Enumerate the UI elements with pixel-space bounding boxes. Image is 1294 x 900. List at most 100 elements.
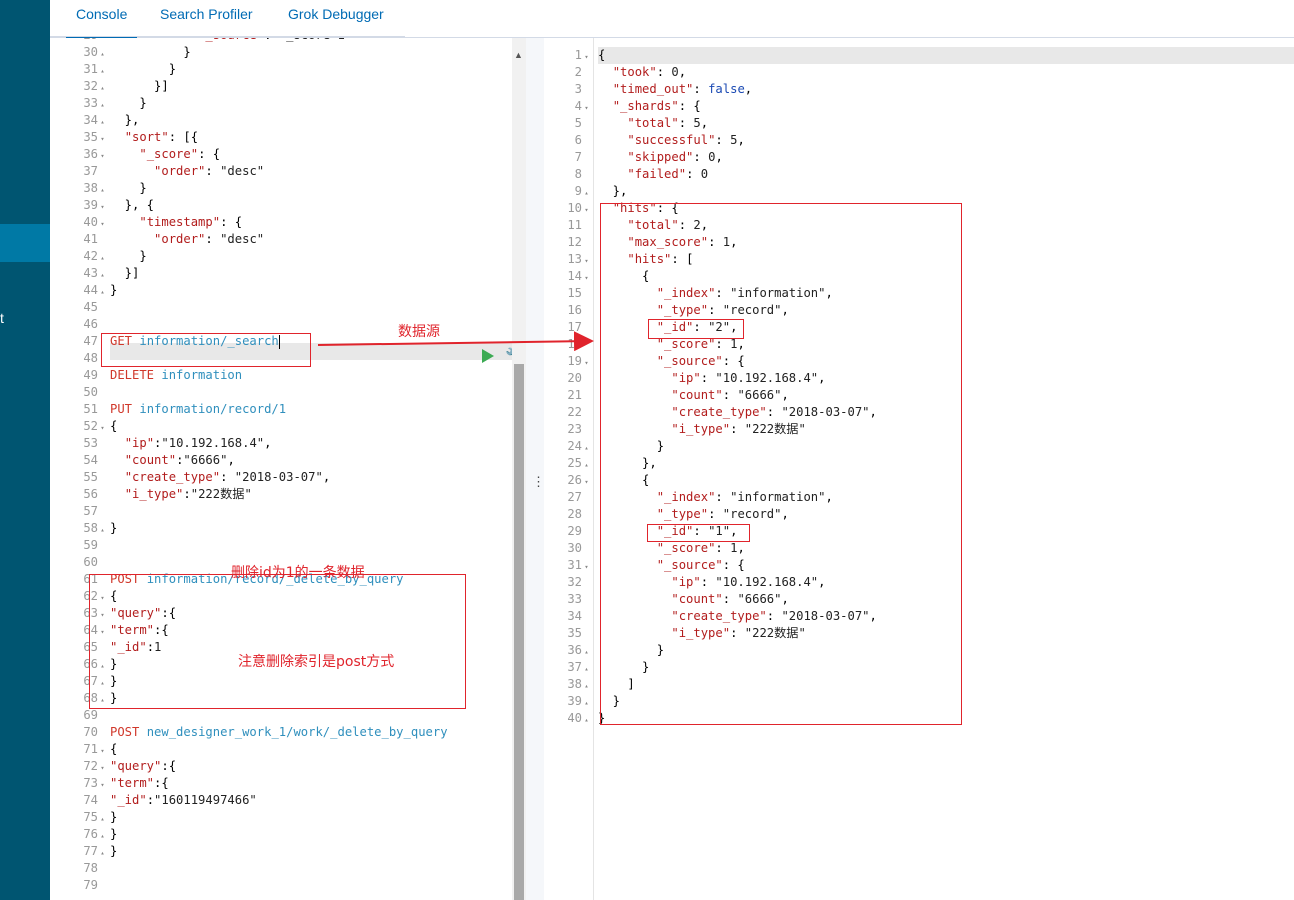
editor-line-number[interactable]: 71 ▾: [60, 741, 110, 758]
editor-line-number[interactable]: 34 ▴: [60, 112, 110, 129]
editor-line-number: 79: [60, 877, 110, 894]
editor-line-number[interactable]: 33 ▴: [60, 95, 110, 112]
editor-line-number[interactable]: 76 ▴: [60, 826, 110, 843]
output-code-line: "total": 5,: [627, 116, 709, 130]
line-number-text: 39: [83, 198, 98, 212]
output-line-number[interactable]: 31 ▾: [544, 557, 594, 574]
line-number-text: 54: [83, 453, 98, 467]
editor-line-number[interactable]: 42 ▴: [60, 248, 110, 265]
sidebar-active-item[interactable]: [0, 224, 50, 262]
editor-line-number[interactable]: 35 ▾: [60, 129, 110, 146]
line-number-text: 5: [574, 116, 582, 130]
sidebar-label[interactable]: t: [0, 310, 4, 326]
editor-line-number[interactable]: 39 ▾: [60, 197, 110, 214]
output-line-number[interactable]: 36 ▴: [544, 642, 594, 659]
output-line-number[interactable]: 25 ▴: [544, 455, 594, 472]
line-number-text: 31: [567, 558, 582, 572]
editor-code-line: "count":"6666",: [124, 453, 235, 467]
editor-line-number[interactable]: 44 ▴: [60, 282, 110, 299]
tab-grok-debugger[interactable]: Grok Debugger: [278, 0, 394, 38]
editor-line-number[interactable]: 73 ▾: [60, 775, 110, 792]
scrollbar-thumb[interactable]: [514, 364, 524, 900]
line-number-text: 29: [83, 38, 98, 42]
output-line-number[interactable]: 40 ▴: [544, 710, 594, 727]
line-number-text: 30: [83, 45, 98, 59]
line-number-text: 18: [567, 337, 582, 351]
output-line-number: 5: [544, 115, 594, 132]
output-line-number[interactable]: 37 ▴: [544, 659, 594, 676]
line-number-text: 34: [567, 609, 582, 623]
editor-line-number: 59: [60, 537, 110, 554]
output-line-number[interactable]: 10 ▾: [544, 200, 594, 217]
output-line-number[interactable]: 1 ▾: [544, 47, 594, 64]
editor-code-line: "create_type": "2018-03-07",: [124, 470, 331, 484]
line-number-text: 76: [83, 827, 98, 841]
line-number-text: 37: [567, 660, 582, 674]
output-line-number[interactable]: 19 ▾: [544, 353, 594, 370]
output-line-number: 17: [544, 319, 594, 336]
output-code-line: "failed": 0: [627, 167, 709, 181]
output-line-number[interactable]: 39 ▴: [544, 693, 594, 710]
editor-line-number[interactable]: 31 ▴: [60, 61, 110, 78]
editor-line-number[interactable]: 75 ▴: [60, 809, 110, 826]
editor-code-line: }, {: [110, 198, 155, 212]
line-number-text: 7: [574, 150, 582, 164]
line-number-text: 26: [567, 473, 582, 487]
editor-line-number[interactable]: 52 ▾: [60, 418, 110, 435]
editor-line-number[interactable]: 58 ▴: [60, 520, 110, 537]
tab-search-profiler[interactable]: Search Profiler: [150, 0, 263, 38]
line-number-text: 14: [567, 269, 582, 283]
arrow-up-icon[interactable]: ▲: [514, 50, 523, 60]
editor-code-line: },: [110, 113, 140, 127]
line-number-text: 53: [83, 436, 98, 450]
output-line-number[interactable]: 13 ▾: [544, 251, 594, 268]
line-number-text: 21: [567, 388, 582, 402]
fold-close-icon[interactable]: ▴: [582, 712, 591, 729]
output-line-number[interactable]: 9 ▴: [544, 183, 594, 200]
line-number-text: 57: [83, 504, 98, 518]
editor-line-number[interactable]: 43 ▴: [60, 265, 110, 282]
editor-line-number[interactable]: 32 ▴: [60, 78, 110, 95]
editor-code-line: }: [110, 45, 191, 59]
play-icon[interactable]: [482, 349, 494, 363]
editor-code-line: }]: [110, 266, 140, 280]
line-number-text: 23: [567, 422, 582, 436]
editor-line-number: 57: [60, 503, 110, 520]
line-number-text: 74: [83, 793, 98, 807]
line-number-text: 40: [567, 711, 582, 725]
editor-code-line: "timestamp": {: [139, 215, 243, 229]
tab-console[interactable]: Console: [66, 0, 138, 39]
editor-code-line: PUT information/record/1: [110, 402, 287, 416]
output-line-number: 11: [544, 217, 594, 234]
editor-line-number[interactable]: 40 ▾: [60, 214, 110, 231]
editor-line-number[interactable]: 77 ▴: [60, 843, 110, 860]
editor-line-number[interactable]: 72 ▾: [60, 758, 110, 775]
editor-code-line: DELETE information: [110, 368, 243, 382]
line-number-text: 50: [83, 385, 98, 399]
output-line-number[interactable]: 26 ▾: [544, 472, 594, 489]
editor-code[interactable]: "_source": "_score 1" } } }] } }, "sort"…: [110, 38, 512, 900]
editor-scrollbar[interactable]: ▲: [512, 38, 526, 900]
line-number-text: 30: [567, 541, 582, 555]
editor-line-number[interactable]: 38 ▴: [60, 180, 110, 197]
output-line-number[interactable]: 14 ▾: [544, 268, 594, 285]
line-number-text: 40: [83, 215, 98, 229]
output-line-number[interactable]: 4 ▾: [544, 98, 594, 115]
line-number-text: 32: [83, 79, 98, 93]
editor-line-number[interactable]: 36 ▾: [60, 146, 110, 163]
line-number-text: 41: [83, 232, 98, 246]
editor-code-line: "sort": [{: [124, 130, 199, 144]
editor-code-line: POST new_designer_work_1/work/_delete_by…: [110, 725, 448, 739]
request-editor[interactable]: 2930▴31▴32▴33▴34▴35▾36▾3738▴39▾40▾4142▴4…: [60, 38, 512, 900]
editor-code-line: "term":{: [110, 776, 169, 790]
output-line-number[interactable]: 24 ▴: [544, 438, 594, 455]
editor-line-number[interactable]: 30 ▴: [60, 44, 110, 61]
line-number-text: 48: [83, 351, 98, 365]
line-number-text: 32: [567, 575, 582, 589]
editor-line-number: 54: [60, 452, 110, 469]
editor-code-line: "_id":"160119497466": [110, 793, 257, 807]
pane-splitter[interactable]: ⋮: [526, 38, 545, 900]
line-number-text: 70: [83, 725, 98, 739]
output-line-number[interactable]: 38 ▴: [544, 676, 594, 693]
line-number-text: 12: [567, 235, 582, 249]
